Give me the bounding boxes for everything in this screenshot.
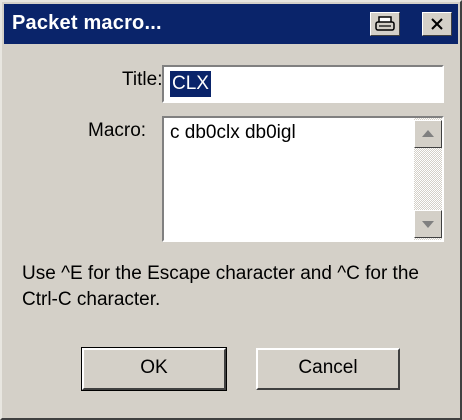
close-icon bbox=[431, 18, 443, 30]
scroll-down-button[interactable] bbox=[414, 210, 442, 238]
arrow-down-icon bbox=[422, 221, 434, 228]
macro-textarea[interactable]: c db0clx db0igl bbox=[162, 116, 444, 242]
close-button[interactable] bbox=[422, 12, 452, 36]
arrow-up-icon bbox=[422, 130, 434, 137]
printer-icon bbox=[375, 16, 395, 31]
macro-scrollbar[interactable] bbox=[414, 118, 442, 240]
title-bar[interactable]: Packet macro... bbox=[4, 4, 458, 44]
title-field-value[interactable]: CLX bbox=[170, 71, 211, 97]
macro-text-value[interactable]: c db0clx db0igl bbox=[170, 122, 296, 144]
macro-label: Macro: bbox=[88, 120, 147, 141]
window-title: Packet macro... bbox=[12, 12, 162, 34]
print-button[interactable] bbox=[370, 12, 400, 36]
ok-button[interactable]: OK bbox=[81, 347, 227, 391]
title-label: Title: bbox=[122, 69, 163, 90]
help-text: Use ^E for the Escape character and ^C f… bbox=[22, 263, 419, 310]
scroll-up-button[interactable] bbox=[414, 120, 442, 148]
title-field[interactable]: CLX bbox=[162, 65, 444, 103]
cancel-button[interactable]: Cancel bbox=[256, 348, 400, 390]
packet-macro-dialog: Packet macro... Title: CLX Macro: c db0c… bbox=[0, 0, 462, 420]
